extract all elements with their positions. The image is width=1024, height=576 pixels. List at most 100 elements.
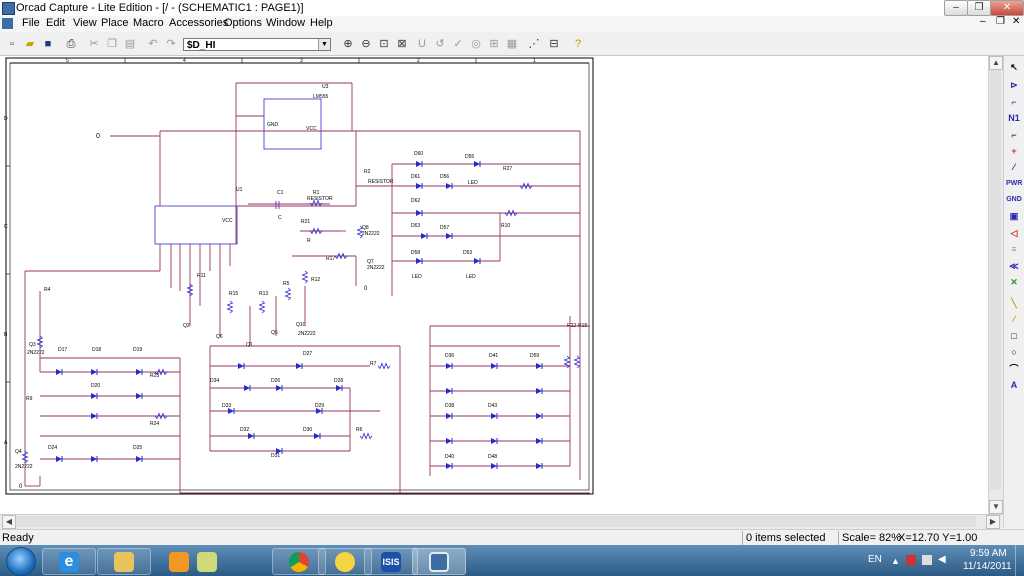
menu-window[interactable]: Window [266,17,305,29]
taskbar-documents[interactable] [180,548,234,575]
led-diode-icon[interactable] [446,388,452,394]
place-hierarchical-block-icon[interactable]: ▣ [1006,209,1022,223]
place-part-icon[interactable]: ⊳ [1006,78,1022,92]
led-diode-icon[interactable] [491,413,497,419]
menu-file[interactable]: File [22,17,40,29]
place-junction-icon[interactable]: + [1006,144,1022,158]
taskbar-explorer[interactable] [97,548,151,575]
led-diode-icon[interactable] [56,369,62,375]
resistor-icon[interactable] [359,432,373,440]
doc-minimize-button[interactable]: – [980,16,986,27]
copy-icon[interactable]: ❐ [104,36,120,52]
zoom-area-icon[interactable]: ⊡ [376,36,392,52]
paste-icon[interactable]: ▤ [122,36,138,52]
zoom-out-icon[interactable]: ⊖ [358,36,374,52]
place-rectangle-icon[interactable]: □ [1006,329,1022,343]
led-diode-icon[interactable] [536,413,542,419]
led-diode-icon[interactable] [446,438,452,444]
resistor-icon[interactable] [226,300,234,314]
place-polyline-icon[interactable]: ⁄ [1006,312,1022,326]
place-port-icon[interactable]: ◁ [1006,226,1022,240]
clock-date[interactable]: 11/14/2011 [963,561,1012,572]
minimize-button[interactable]: – [944,0,968,16]
led-diode-icon[interactable] [416,183,422,189]
led-diode-icon[interactable] [491,438,497,444]
cross-reference-icon[interactable]: ⊞ [486,36,502,52]
undo-icon[interactable]: ↶ [145,36,161,52]
place-text-icon[interactable]: A [1006,378,1022,392]
led-diode-icon[interactable] [244,385,250,391]
led-diode-icon[interactable] [248,433,254,439]
led-diode-icon[interactable] [136,369,142,375]
led-diode-icon[interactable] [91,369,97,375]
doc-icon[interactable] [2,18,13,29]
led-diode-icon[interactable] [491,463,497,469]
led-diode-icon[interactable] [91,456,97,462]
place-off-page-icon[interactable]: ≪ [1006,259,1022,273]
menu-help[interactable]: Help [310,17,333,29]
zoom-all-icon[interactable]: ⊠ [394,36,410,52]
led-diode-icon[interactable] [91,393,97,399]
place-ground-icon[interactable]: GND [1006,193,1022,207]
place-net-alias-icon[interactable]: N1 [1006,111,1022,125]
scroll-up-icon[interactable]: ▲ [989,56,1003,70]
new-icon[interactable]: ▫ [4,36,20,52]
led-diode-icon[interactable] [136,456,142,462]
menu-options[interactable]: Options [224,17,262,29]
led-diode-icon[interactable] [421,233,427,239]
place-ellipse-icon[interactable]: ○ [1006,345,1022,359]
show-desktop-button[interactable] [1015,545,1024,576]
led-diode-icon[interactable] [536,438,542,444]
help-icon[interactable]: ? [570,36,586,52]
snap-grid-icon[interactable]: ⋰ [526,36,542,52]
volume-icon[interactable]: ◀ [938,555,948,565]
led-diode-icon[interactable] [474,161,480,167]
led-diode-icon[interactable] [296,363,302,369]
vertical-scroll-track[interactable] [990,70,1001,490]
led-diode-icon[interactable] [491,363,497,369]
horizontal-scroll-track[interactable] [16,516,976,527]
scroll-down-icon[interactable]: ▼ [989,500,1003,514]
led-diode-icon[interactable] [56,456,62,462]
led-diode-icon[interactable] [91,413,97,419]
zoom-in-icon[interactable]: ⊕ [340,36,356,52]
resistor-icon[interactable] [258,300,266,314]
back-annotate-icon[interactable]: ↺ [432,36,448,52]
bom-icon[interactable]: ▦ [504,36,520,52]
horizontal-scrollbar[interactable]: ◀ ▶ [0,514,1002,529]
place-no-connect-icon[interactable]: ✕ [1006,275,1022,289]
led-diode-icon[interactable] [276,385,282,391]
menu-view[interactable]: View [73,17,97,29]
part-selector[interactable]: $D_HI ▼ [183,38,331,51]
select-pointer-icon[interactable]: ↖ [1006,60,1022,74]
led-diode-icon[interactable] [446,233,452,239]
led-diode-icon[interactable] [446,413,452,419]
led-diode-icon[interactable] [314,433,320,439]
resistor-icon[interactable] [284,287,292,301]
project-manager-icon[interactable]: ⊟ [546,36,562,52]
taskbar-ie[interactable]: e [42,548,96,575]
menu-edit[interactable]: Edit [46,17,65,29]
place-bus-entry-icon[interactable]: ⁄ [1006,160,1022,174]
show-hidden-icons-icon[interactable]: ▲ [891,556,900,566]
resistor-icon[interactable] [377,362,391,370]
start-button-icon[interactable] [6,547,36,576]
scroll-left-icon[interactable]: ◀ [2,515,16,529]
menu-macro[interactable]: Macro [133,17,164,29]
place-arc-icon[interactable]: ⌒ [1006,362,1022,376]
led-diode-icon[interactable] [136,393,142,399]
resistor-icon[interactable] [356,225,364,239]
drc-icon[interactable]: ✓ [450,36,466,52]
led-diode-icon[interactable] [536,363,542,369]
schematic-canvas[interactable]: 5 4 3 2 1 D C B A U3 LM555 GND VCC U1 VC… [0,56,988,514]
menu-place[interactable]: Place [101,17,129,29]
cut-icon[interactable]: ✂ [86,36,102,52]
vertical-scrollbar[interactable]: ▲ ▼ [988,56,1003,514]
place-bus-icon[interactable]: ⌐ [1006,128,1022,142]
menu-accessories[interactable]: Accessories [169,17,228,29]
doc-restore-button[interactable]: ❐ [996,16,1005,27]
led-diode-icon[interactable] [446,463,452,469]
network-icon[interactable] [922,555,932,565]
place-power-icon[interactable]: PWR [1006,177,1022,191]
annotate-icon[interactable]: U [414,36,430,52]
